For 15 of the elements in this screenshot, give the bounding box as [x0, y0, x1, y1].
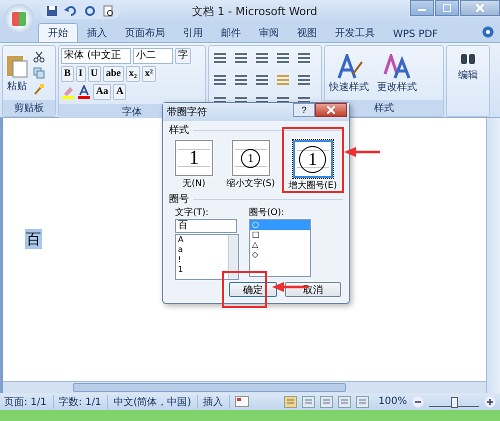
- selected-text: 百: [25, 229, 42, 249]
- language-status: 中文(简体，中国): [113, 394, 198, 408]
- section-label: 样式: [169, 124, 189, 137]
- option-label: 增大圈号(E): [288, 180, 337, 192]
- field-label: 文字(T):: [175, 206, 210, 219]
- page-count: 页面: 1/1: [4, 394, 54, 408]
- dialog-title: 带圈字符: [167, 106, 207, 119]
- option-label: 缩小文字(S): [226, 178, 276, 190]
- group-label: 剪贴板: [3, 100, 55, 116]
- word-count: 字数: 1/1: [58, 394, 108, 408]
- zoom-level: 100%: [378, 396, 407, 407]
- section-label: 圈号: [169, 193, 189, 206]
- option-label: 无(N): [182, 178, 206, 190]
- field-label: 圈号(O):: [249, 206, 286, 219]
- window-title: 文档 1 - Microsoft Word: [192, 4, 318, 18]
